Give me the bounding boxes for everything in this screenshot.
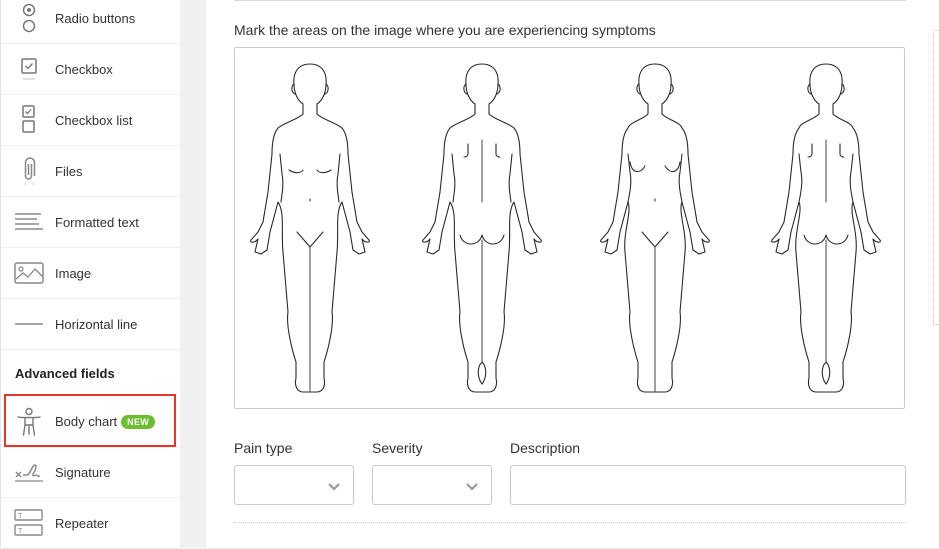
body-outline-line bbox=[422, 63, 483, 393]
description-input[interactable] bbox=[510, 465, 906, 505]
body-figure-female-front[interactable] bbox=[590, 62, 720, 398]
body-chart-prompt: Mark the areas on the image where you ar… bbox=[234, 22, 656, 38]
body-outline-line bbox=[825, 63, 881, 393]
body-outline-line bbox=[771, 63, 827, 393]
body-inner-arm-line bbox=[798, 153, 803, 203]
checkbox-icon bbox=[14, 54, 44, 84]
repeater-icon: TT bbox=[13, 508, 45, 538]
body-outline-line bbox=[250, 63, 311, 393]
body-chest-line bbox=[664, 161, 681, 173]
sidebar-item-label: Formatted text bbox=[55, 214, 139, 230]
severity-label: Severity bbox=[372, 440, 423, 456]
body-outline-line bbox=[481, 63, 542, 393]
sidebar-item-label: Files bbox=[55, 163, 83, 179]
sidebar-item-repeater[interactable]: TT Repeater bbox=[1, 498, 180, 549]
formatted-text-icon bbox=[13, 207, 45, 237]
body-chart[interactable] bbox=[234, 47, 905, 409]
body-outline-line bbox=[600, 63, 656, 393]
checkbox-list-icon bbox=[14, 105, 44, 135]
body-scapula-line bbox=[807, 143, 813, 158]
pain-type-label: Pain type bbox=[234, 440, 293, 456]
body-figure-male-back[interactable] bbox=[417, 62, 547, 398]
sidebar-item-files[interactable]: Files bbox=[1, 146, 180, 197]
description-label: Description bbox=[510, 440, 581, 456]
chevron-down-icon bbox=[465, 479, 479, 497]
body-outline-line bbox=[654, 63, 710, 393]
sidebar-item-label: Checkbox list bbox=[55, 112, 133, 128]
body-groin-line bbox=[296, 231, 324, 248]
body-outline-line bbox=[309, 63, 370, 393]
sidebar-item-body-chart[interactable]: Body chart NEW bbox=[1, 396, 180, 447]
sidebar-item-horizontal-line[interactable]: Horizontal line bbox=[1, 299, 180, 350]
form-canvas: Mark the areas on the image where you ar… bbox=[206, 0, 923, 547]
sidebar-item-formatted-text[interactable]: Formatted text bbox=[1, 197, 180, 248]
divider bbox=[234, 522, 906, 523]
sidebar-item-image[interactable]: Image bbox=[1, 248, 180, 299]
sidebar-item-label: Signature bbox=[55, 465, 111, 480]
body-inner-arm-line bbox=[336, 153, 341, 203]
body-inner-arm-line bbox=[508, 153, 513, 203]
body-chest-line bbox=[288, 169, 304, 174]
body-icon bbox=[14, 407, 44, 437]
body-outline-svg[interactable] bbox=[245, 62, 375, 398]
pain-type-select[interactable] bbox=[234, 465, 354, 505]
body-heel-line bbox=[821, 361, 831, 385]
signature-icon bbox=[13, 458, 45, 488]
horizontal-line-icon bbox=[13, 309, 45, 339]
sidebar-item-label: Horizontal line bbox=[55, 316, 138, 332]
body-heel-line bbox=[477, 361, 487, 385]
body-inner-arm-line bbox=[451, 153, 456, 203]
body-outline-svg[interactable] bbox=[417, 62, 547, 398]
body-chest-line bbox=[316, 169, 332, 174]
sidebar-item-label: Checkbox bbox=[55, 61, 113, 77]
svg-text:T: T bbox=[18, 513, 23, 520]
advanced-fields-heading: Advanced fields bbox=[15, 366, 115, 381]
body-chest-line bbox=[629, 161, 646, 173]
sidebar-item-checkbox-list[interactable]: Checkbox list bbox=[1, 95, 180, 146]
sidebar-item-label: Image bbox=[55, 265, 92, 281]
chevron-down-icon bbox=[327, 479, 341, 497]
body-scapula-line bbox=[839, 143, 845, 158]
svg-text:T: T bbox=[18, 528, 23, 535]
divider bbox=[234, 0, 906, 1]
image-icon bbox=[13, 258, 45, 288]
sidebar-gutter bbox=[180, 0, 206, 547]
sidebar-item-checkbox[interactable]: Checkbox bbox=[1, 44, 180, 95]
severity-select[interactable] bbox=[372, 465, 492, 505]
body-figure-male-front[interactable] bbox=[245, 62, 375, 398]
body-inner-arm-line bbox=[678, 153, 683, 203]
sidebar-item-label: Radio buttons bbox=[55, 10, 136, 26]
new-badge: NEW bbox=[121, 415, 156, 429]
paperclip-icon bbox=[14, 156, 44, 186]
body-scapula-line bbox=[463, 143, 469, 158]
body-inner-arm-line bbox=[849, 153, 854, 203]
body-groin-line bbox=[641, 231, 669, 248]
body-outline-svg[interactable] bbox=[590, 62, 720, 398]
body-inner-arm-line bbox=[627, 153, 632, 203]
sidebar-item-label: Repeater bbox=[55, 515, 109, 531]
body-figure-female-back[interactable] bbox=[761, 62, 891, 398]
drop-zone-edge bbox=[933, 30, 939, 325]
sidebar-item-radio-buttons[interactable]: Radio buttons bbox=[1, 0, 180, 44]
sidebar-item-signature[interactable]: Signature bbox=[1, 447, 180, 498]
body-outline-svg[interactable] bbox=[761, 62, 891, 398]
sidebar-item-label: Body chart bbox=[55, 414, 118, 429]
body-inner-arm-line bbox=[279, 153, 284, 203]
body-scapula-line bbox=[495, 143, 501, 158]
field-palette-sidebar: Radio buttons Checkbox Checkbox list Fil… bbox=[0, 0, 180, 549]
radio-buttons-icon bbox=[14, 3, 44, 33]
